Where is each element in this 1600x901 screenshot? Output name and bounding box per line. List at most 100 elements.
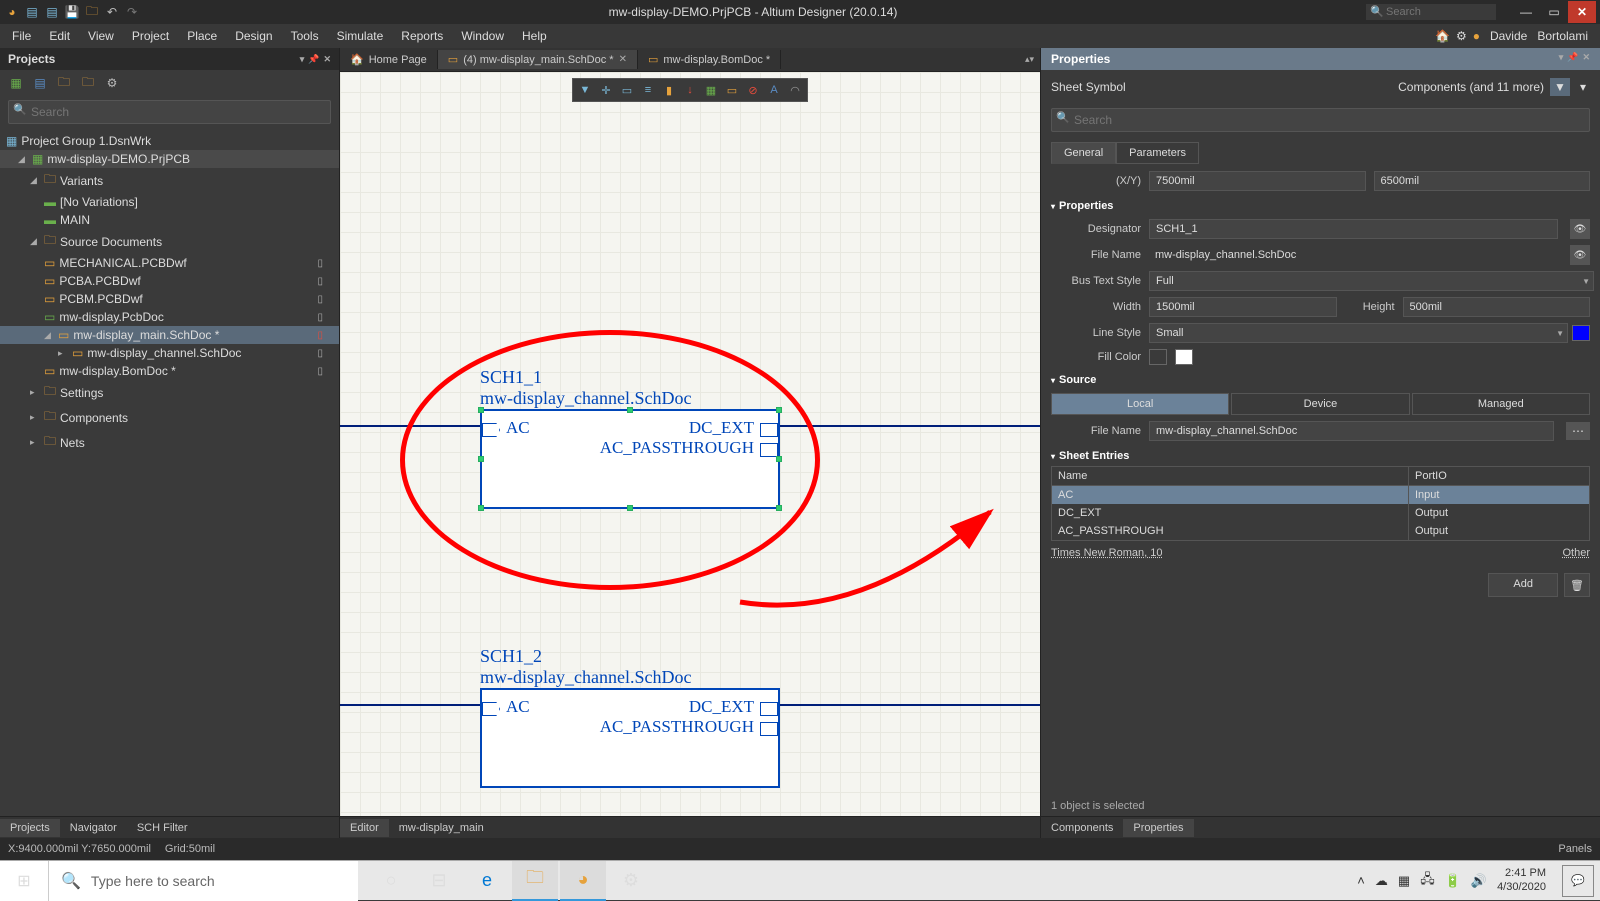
settings-icon[interactable]: ⚙ <box>608 861 654 901</box>
tb-gear-icon[interactable]: ⚙ <box>104 76 120 90</box>
other-link[interactable]: Other <box>1562 547 1590 559</box>
tree-file[interactable]: ▭mw-display.PcbDoc▯ <box>0 308 339 326</box>
designator-input[interactable] <box>1149 219 1558 239</box>
section-properties[interactable]: Properties <box>1041 194 1600 216</box>
panel-dropdown-icon[interactable]: ▾ <box>1559 52 1564 66</box>
height-input[interactable] <box>1403 297 1591 317</box>
tree-main-variant[interactable]: ▬MAIN <box>0 211 339 229</box>
tree-file[interactable]: ▸▭mw-display_channel.SchDoc▯ <box>0 344 339 362</box>
tb-folder2-icon[interactable]: 🗀 <box>80 76 96 90</box>
qat-undo-icon[interactable]: ↶ <box>104 4 120 20</box>
bottom-tab-projects[interactable]: Projects <box>0 819 60 837</box>
close-button[interactable]: ✕ <box>1568 1 1596 23</box>
browse-button[interactable]: ⋯ <box>1566 422 1590 440</box>
explorer-icon[interactable]: 🗀 <box>512 861 558 901</box>
tab-home[interactable]: 🏠Home Page <box>340 50 438 69</box>
tree-components[interactable]: ▸🗀Components <box>0 405 339 430</box>
delete-button[interactable]: 🗑 <box>1564 573 1590 597</box>
user-avatar-icon[interactable]: ● <box>1473 29 1480 43</box>
tb-board-icon[interactable]: ▦ <box>8 76 24 90</box>
tool-text-icon[interactable]: A <box>764 81 784 99</box>
tool-sheet-icon[interactable]: ▦ <box>701 81 721 99</box>
panel-pin-icon[interactable]: ▾ <box>300 54 305 65</box>
altium-icon[interactable]: ◕ <box>560 861 606 901</box>
source-device-button[interactable]: Device <box>1231 393 1409 415</box>
editor-tab[interactable]: Editor <box>340 819 389 837</box>
menu-design[interactable]: Design <box>227 27 280 45</box>
global-search-input[interactable] <box>1366 4 1496 20</box>
qat-open-icon[interactable]: ▤ <box>44 4 60 20</box>
schematic-canvas[interactable]: SCH1_1 mw-display_channel.SchDoc AC DC_E… <box>340 72 1040 816</box>
width-input[interactable] <box>1149 297 1337 317</box>
cortana-icon[interactable]: ○ <box>368 861 414 901</box>
fill-color-swatch[interactable] <box>1175 349 1193 365</box>
bottom-tab-properties[interactable]: Properties <box>1123 819 1193 837</box>
x-input[interactable] <box>1149 171 1366 191</box>
tree-variants[interactable]: ◢🗀Variants <box>0 168 339 193</box>
bottom-tab-navigator[interactable]: Navigator <box>60 819 127 837</box>
tool-select-icon[interactable]: ▭ <box>617 81 637 99</box>
tab-parameters[interactable]: Parameters <box>1116 142 1199 164</box>
tree-file-selected[interactable]: ◢▭mw-display_main.SchDoc *▯ <box>0 326 339 344</box>
tray-app-icon[interactable]: ▦ <box>1398 873 1410 889</box>
panel-dock-icon[interactable]: 📌 <box>308 54 319 65</box>
visibility-icon[interactable]: 👁 <box>1570 219 1590 239</box>
source-local-button[interactable]: Local <box>1051 393 1229 415</box>
src-filename-input[interactable] <box>1149 421 1554 441</box>
qat-new-icon[interactable]: ▤ <box>24 4 40 20</box>
font-display[interactable]: Times New Roman, 10 <box>1051 547 1162 559</box>
project-tree[interactable]: ▦Project Group 1.DsnWrk ◢▦mw-display-DEM… <box>0 128 339 816</box>
menu-help[interactable]: Help <box>514 27 555 45</box>
tool-net-icon[interactable]: ↓ <box>680 81 700 99</box>
filter-dropdown-icon[interactable]: ▾ <box>1576 78 1590 96</box>
taskview-icon[interactable]: ⊟ <box>416 861 462 901</box>
qat-save-icon[interactable]: 💾 <box>64 4 80 20</box>
tool-filter-icon[interactable]: ▼ <box>575 81 595 99</box>
tray-chevron-icon[interactable]: ˄ <box>1357 873 1365 888</box>
projects-search-input[interactable] <box>8 100 331 124</box>
fill-enable-checkbox[interactable] <box>1149 349 1167 365</box>
menu-project[interactable]: Project <box>124 27 177 45</box>
panel-close-icon[interactable]: ✕ <box>323 54 331 65</box>
tb-compile-icon[interactable]: ▤ <box>32 76 48 90</box>
tool-align-icon[interactable]: ≡ <box>638 81 658 99</box>
entry-row[interactable]: AC_PASSTHROUGH Output <box>1052 522 1589 540</box>
col-header-io[interactable]: PortIO <box>1409 467 1589 485</box>
add-button[interactable]: Add <box>1488 573 1558 597</box>
tree-file[interactable]: ▭mw-display.BomDoc *▯ <box>0 362 339 380</box>
bustext-dropdown[interactable] <box>1149 271 1594 291</box>
tab-schdoc[interactable]: ▭(4) mw-display_main.SchDoc *✕ <box>438 50 638 69</box>
tab-close-icon[interactable]: ✕ <box>619 54 627 65</box>
qat-redo-icon[interactable]: ↷ <box>124 4 140 20</box>
tray-volume-icon[interactable]: 🔊 <box>1471 873 1487 889</box>
tree-file[interactable]: ▭PCBM.PCBDwf▯ <box>0 290 339 308</box>
notification-icon[interactable]: 💬 <box>1562 865 1594 897</box>
gear-icon[interactable]: ⚙ <box>1456 29 1467 43</box>
menu-view[interactable]: View <box>80 27 122 45</box>
cortana-search[interactable]: 🔍 Type here to search <box>48 861 358 901</box>
tool-noerc-icon[interactable]: ⊘ <box>743 81 763 99</box>
tree-group[interactable]: ▦Project Group 1.DsnWrk <box>0 132 339 150</box>
sheet-entries-table[interactable]: Name PortIO AC Input DC_EXT Output AC_PA… <box>1051 466 1590 541</box>
line-color-swatch[interactable] <box>1572 325 1590 341</box>
sheet-symbol-2[interactable]: SCH1_2 mw-display_channel.SchDoc AC DC_E… <box>480 646 780 788</box>
bottom-tab-components[interactable]: Components <box>1041 819 1123 837</box>
tab-bomdoc[interactable]: ▭mw-display.BomDoc * <box>638 50 781 69</box>
tab-overflow-icon[interactable]: ▴▾ <box>1019 54 1040 65</box>
col-header-name[interactable]: Name <box>1052 467 1409 485</box>
maximize-button[interactable]: ▭ <box>1540 1 1568 23</box>
start-button[interactable]: ⊞ <box>0 861 48 901</box>
menu-reports[interactable]: Reports <box>393 27 451 45</box>
minimize-button[interactable]: — <box>1512 1 1540 23</box>
tree-file[interactable]: ▭PCBA.PCBDwf▯ <box>0 272 339 290</box>
menu-place[interactable]: Place <box>179 27 225 45</box>
tree-project[interactable]: ◢▦mw-display-DEMO.PrjPCB <box>0 150 339 168</box>
section-sheet-entries[interactable]: Sheet Entries <box>1041 444 1600 466</box>
menu-simulate[interactable]: Simulate <box>329 27 392 45</box>
qat-saveall-icon[interactable]: 🗀 <box>84 4 100 20</box>
properties-search-input[interactable] <box>1051 108 1590 132</box>
tray-onedrive-icon[interactable]: ☁ <box>1375 873 1388 889</box>
tool-port-icon[interactable]: ▭ <box>722 81 742 99</box>
menu-tools[interactable]: Tools <box>283 27 327 45</box>
editor-doc-tab[interactable]: mw-display_main <box>389 819 494 837</box>
